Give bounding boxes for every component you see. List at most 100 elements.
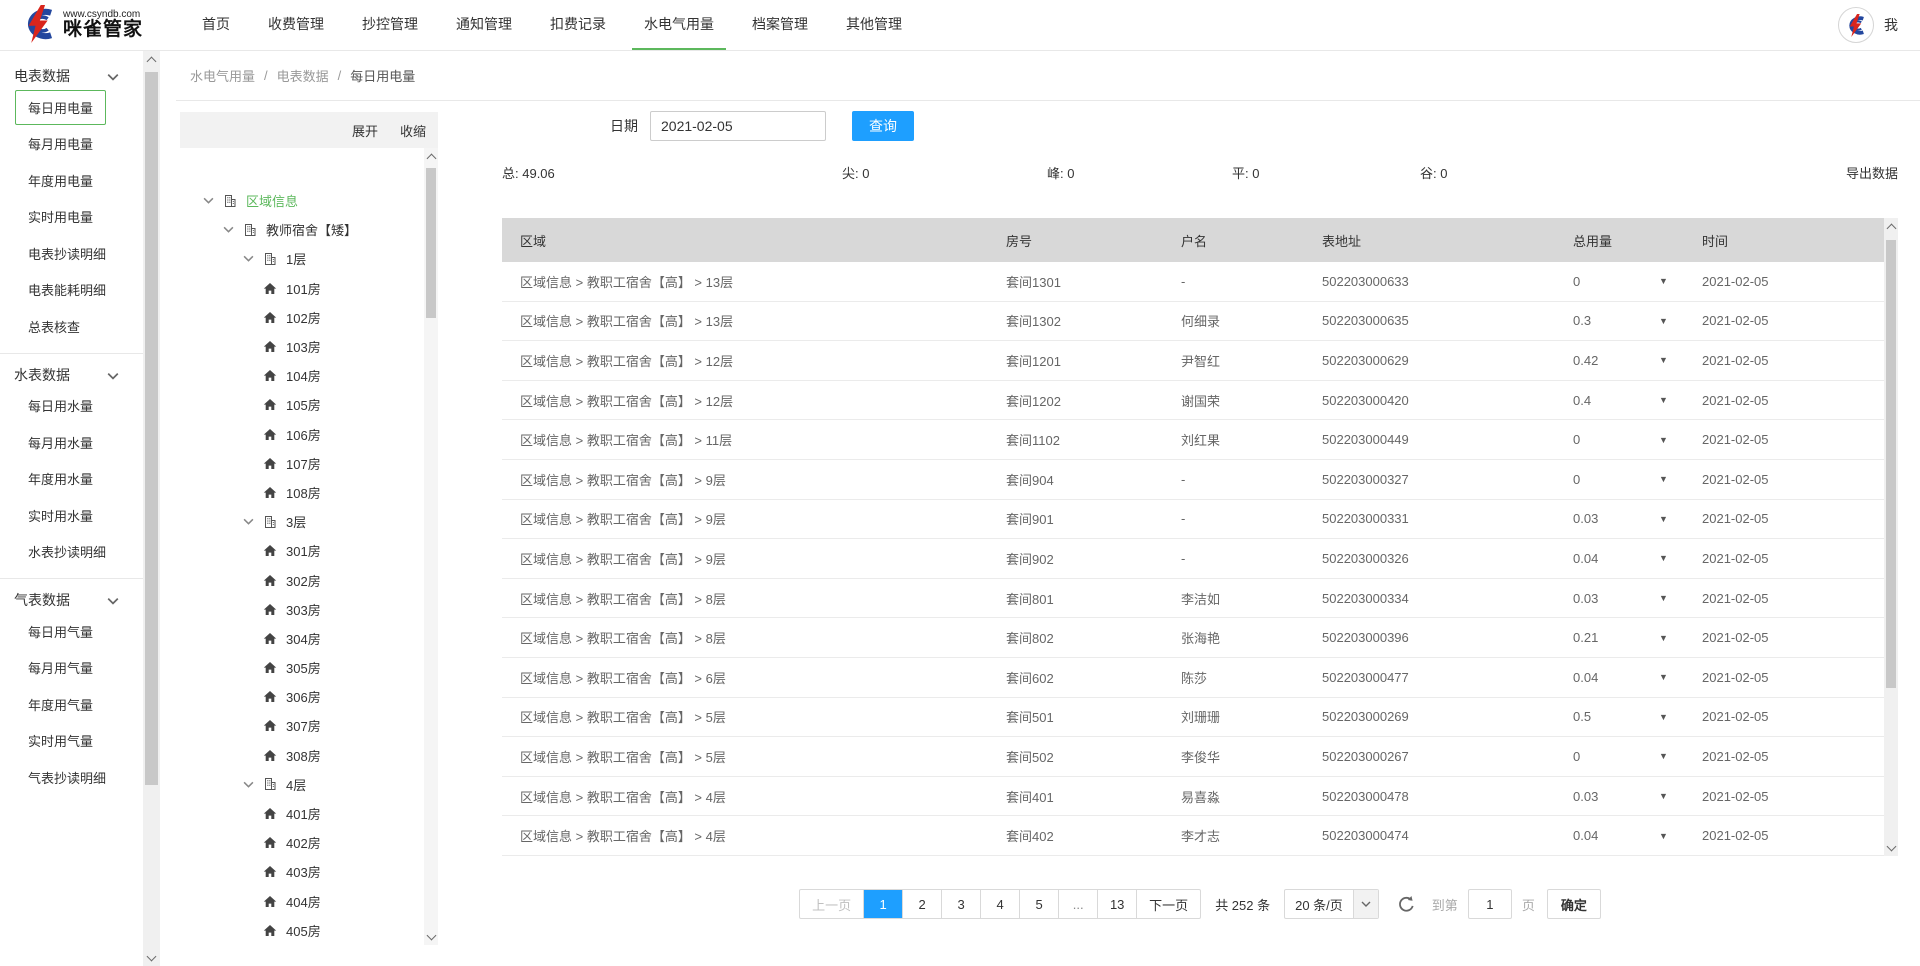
sidebar-item[interactable]: 每日用水量 (0, 388, 143, 425)
tree-node[interactable]: 307房 (180, 711, 424, 740)
scrollbar-thumb[interactable] (426, 168, 436, 318)
tree-node[interactable]: 103房 (180, 332, 424, 361)
export-data-link[interactable]: 导出数据 (1846, 163, 1898, 182)
usage-dropdown-icon[interactable]: ▼ (1659, 514, 1668, 524)
tree-node[interactable]: 106房 (180, 420, 424, 449)
sidebar-item[interactable]: 每月用电量 (0, 126, 143, 163)
caret-down-icon[interactable] (243, 255, 263, 262)
tree-node[interactable]: 405房 (180, 916, 424, 945)
page-button-1[interactable]: 1 (863, 890, 902, 918)
scroll-up-arrow-icon[interactable] (1884, 218, 1898, 234)
tree-node[interactable]: 303房 (180, 595, 424, 624)
sidebar-section-title[interactable]: 气表数据 (0, 587, 143, 613)
sidebar-item[interactable]: 总表核查 (0, 308, 143, 345)
usage-dropdown-icon[interactable]: ▼ (1659, 474, 1668, 484)
tree-node[interactable]: 101房 (180, 274, 424, 303)
tree-node[interactable]: 401房 (180, 799, 424, 828)
tree-node[interactable]: 区域信息 (180, 186, 424, 215)
sidebar-item[interactable]: 每日用气量 (0, 613, 143, 650)
scroll-up-arrow-icon[interactable] (143, 51, 160, 67)
collapse-all-button[interactable]: 收缩 (400, 121, 426, 140)
page-button-2[interactable]: 2 (902, 890, 941, 918)
tree-node[interactable]: 108房 (180, 478, 424, 507)
nav-item-5[interactable]: 扣费记录 (538, 0, 618, 50)
tree-node[interactable]: 1层 (180, 244, 424, 273)
scroll-down-arrow-icon[interactable] (1884, 840, 1898, 856)
sidebar-item[interactable]: 年度用气量 (0, 686, 143, 723)
scrollbar-thumb[interactable] (145, 72, 158, 785)
prev-page-button[interactable]: 上一页 (800, 890, 863, 918)
scrollbar-thumb[interactable] (1886, 240, 1896, 688)
usage-dropdown-icon[interactable]: ▼ (1659, 435, 1668, 445)
tree-node[interactable]: 301房 (180, 536, 424, 565)
sidebar-item[interactable]: 水表抄读明细 (0, 534, 143, 571)
nav-item-7[interactable]: 档案管理 (740, 0, 820, 50)
page-button-3[interactable]: 3 (941, 890, 980, 918)
sidebar-item[interactable]: 年度用水量 (0, 461, 143, 498)
usage-dropdown-icon[interactable]: ▼ (1659, 751, 1668, 761)
usage-dropdown-icon[interactable]: ▼ (1659, 553, 1668, 563)
refresh-icon[interactable] (1397, 895, 1416, 914)
next-page-button[interactable]: 下一页 (1136, 890, 1200, 918)
brand-logo[interactable]: www.csyndb.com 咪雀管家 (18, 5, 168, 46)
chevron-down-icon[interactable] (107, 592, 119, 608)
usage-dropdown-icon[interactable]: ▼ (1659, 633, 1668, 643)
tree-node[interactable]: 107房 (180, 449, 424, 478)
sidebar-section-title[interactable]: 水表数据 (0, 362, 143, 388)
caret-down-icon[interactable] (243, 518, 263, 525)
user-menu[interactable]: 我 (1884, 15, 1898, 35)
usage-dropdown-icon[interactable]: ▼ (1659, 276, 1668, 286)
user-avatar-icon[interactable] (1838, 7, 1874, 43)
confirm-button[interactable]: 确定 (1547, 889, 1601, 919)
sidebar-item[interactable]: 年度用电量 (0, 162, 143, 199)
sidebar-item[interactable]: 气表抄读明细 (0, 759, 143, 796)
tree-node[interactable]: 102房 (180, 303, 424, 332)
nav-item-6[interactable]: 水电气用量 (632, 0, 726, 50)
tree-node[interactable]: 教师宿舍【矮】 (180, 215, 424, 244)
tree-node[interactable]: 3层 (180, 507, 424, 536)
tree-node[interactable]: 305房 (180, 653, 424, 682)
sidebar-item[interactable]: 每月用气量 (0, 650, 143, 687)
page-button-4[interactable]: 4 (980, 890, 1019, 918)
query-button[interactable]: 查询 (852, 111, 914, 141)
sidebar-item[interactable]: 实时用水量 (0, 497, 143, 534)
nav-item-2[interactable]: 收费管理 (256, 0, 336, 50)
scroll-down-arrow-icon[interactable] (143, 950, 160, 966)
page-button-13[interactable]: 13 (1097, 890, 1136, 918)
usage-dropdown-icon[interactable]: ▼ (1659, 355, 1668, 365)
sidebar-item[interactable]: 电表抄读明细 (0, 235, 143, 272)
usage-dropdown-icon[interactable]: ▼ (1659, 672, 1668, 682)
tree-node[interactable]: 404房 (180, 887, 424, 916)
sidebar-item[interactable]: 每日用电量 (0, 89, 143, 126)
chevron-down-icon[interactable] (107, 68, 119, 84)
usage-dropdown-icon[interactable]: ▼ (1659, 712, 1668, 722)
usage-dropdown-icon[interactable]: ▼ (1659, 831, 1668, 841)
caret-down-icon[interactable] (243, 781, 263, 788)
tree-node[interactable]: 402房 (180, 828, 424, 857)
nav-item-1[interactable]: 首页 (190, 0, 242, 50)
breadcrumb-item[interactable]: 水电气用量 (190, 66, 255, 85)
sidebar-scrollbar[interactable] (143, 51, 160, 966)
goto-page-input[interactable] (1468, 889, 1512, 919)
expand-all-button[interactable]: 展开 (352, 121, 378, 140)
page-ellipsis[interactable]: ... (1058, 890, 1097, 918)
tree-node[interactable]: 302房 (180, 565, 424, 594)
nav-item-3[interactable]: 抄控管理 (350, 0, 430, 50)
tree-node[interactable]: 403房 (180, 857, 424, 886)
tree-node[interactable]: 308房 (180, 741, 424, 770)
page-button-5[interactable]: 5 (1019, 890, 1058, 918)
sidebar-item[interactable]: 实时用电量 (0, 199, 143, 236)
sidebar-item[interactable]: 电表能耗明细 (0, 272, 143, 309)
tree-node[interactable]: 104房 (180, 361, 424, 390)
usage-dropdown-icon[interactable]: ▼ (1659, 316, 1668, 326)
tree-node[interactable]: 105房 (180, 390, 424, 419)
sidebar-item[interactable]: 实时用气量 (0, 723, 143, 760)
chevron-down-icon[interactable] (107, 367, 119, 383)
usage-dropdown-icon[interactable]: ▼ (1659, 395, 1668, 405)
sidebar-section-title[interactable]: 电表数据 (0, 63, 143, 89)
nav-item-8[interactable]: 其他管理 (834, 0, 914, 50)
table-scrollbar[interactable] (1884, 218, 1898, 856)
tree-node[interactable]: 4层 (180, 770, 424, 799)
date-input[interactable] (650, 111, 826, 141)
caret-down-icon[interactable] (203, 197, 223, 204)
